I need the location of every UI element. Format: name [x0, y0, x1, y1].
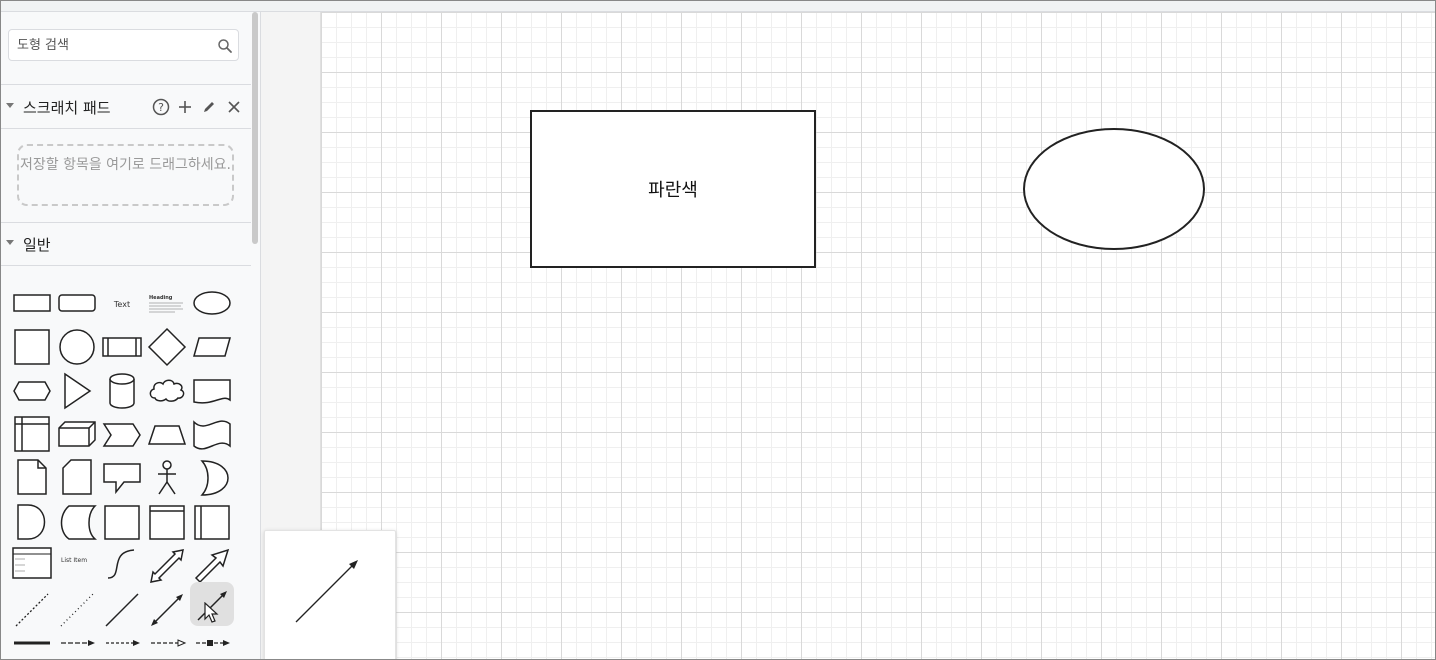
preview-arrow-icon — [295, 560, 358, 623]
shape-cube[interactable] — [55, 412, 99, 456]
mouse-cursor-icon — [204, 602, 219, 623]
shape-bidirectional-arrow[interactable] — [145, 544, 189, 588]
sidebar-scrollbar[interactable] — [252, 12, 258, 244]
shape-internal-storage[interactable] — [10, 412, 54, 456]
shape-process[interactable] — [100, 324, 144, 368]
shape-text[interactable]: Text — [100, 280, 144, 324]
shape-hexagon[interactable] — [10, 368, 54, 412]
general-title: 일반 — [23, 236, 51, 254]
shape-card[interactable] — [55, 456, 99, 500]
scratchpad-dropzone[interactable]: 저장할 항목을 여기로 드래그하세요. — [17, 144, 234, 206]
shape-cylinder[interactable] — [100, 368, 144, 412]
shape-list-item[interactable]: List Item — [55, 544, 99, 588]
divider — [1, 222, 251, 223]
shape-tape[interactable] — [190, 412, 234, 456]
plus-icon[interactable] — [175, 97, 195, 117]
app-window: 스크래치 패드 ? 저장할 항목을 여기로 드래그하세요. 일반 — [0, 0, 1436, 660]
shape-container[interactable] — [100, 500, 144, 544]
shapes-sidebar: 스크래치 패드 ? 저장할 항목을 여기로 드래그하세요. 일반 — [1, 12, 261, 659]
svg-text:?: ? — [158, 101, 164, 114]
shape-trapezoid[interactable] — [145, 412, 189, 456]
shape-link-with-box[interactable] — [190, 628, 234, 658]
canvas-ellipse-node[interactable] — [1023, 128, 1205, 250]
shape-note[interactable] — [10, 456, 54, 500]
pencil-icon[interactable] — [199, 97, 219, 117]
shape-document[interactable] — [190, 368, 234, 412]
collapse-triangle-icon[interactable] — [6, 103, 14, 108]
search-input[interactable] — [9, 30, 209, 60]
shape-callout[interactable] — [100, 456, 144, 500]
general-header[interactable]: 일반 — [1, 229, 251, 259]
collapse-triangle-icon[interactable] — [6, 240, 14, 245]
shape-diamond[interactable] — [145, 324, 189, 368]
divider — [1, 84, 251, 85]
scratchpad-header[interactable]: 스크래치 패드 ? — [1, 92, 251, 122]
divider — [1, 128, 251, 129]
shape-cloud[interactable] — [145, 368, 189, 412]
shape-or[interactable] — [190, 456, 234, 500]
shape-line[interactable] — [100, 588, 144, 632]
shape-data-storage[interactable] — [55, 500, 99, 544]
shape-list[interactable] — [10, 544, 54, 588]
shape-text-label: Text — [113, 300, 130, 309]
shape-ellipse[interactable] — [190, 280, 234, 324]
shape-curve[interactable] — [100, 544, 144, 588]
shape-dashed-line[interactable] — [10, 588, 54, 632]
shape-link-arrow[interactable] — [55, 628, 99, 658]
shape-rounded-rectangle[interactable] — [55, 280, 99, 324]
divider — [1, 265, 251, 266]
shape-swimlane[interactable] — [145, 500, 189, 544]
rectangle-node-label: 파란색 — [648, 180, 698, 201]
shape-heading-textbox[interactable]: Heading — [145, 280, 189, 324]
shape-link-open-arrow[interactable] — [145, 628, 189, 658]
diagram-canvas[interactable] — [321, 12, 1435, 659]
shape-dotted-line[interactable] — [55, 588, 99, 632]
shape-triangle[interactable] — [55, 368, 99, 412]
shape-link-dashed[interactable] — [100, 628, 144, 658]
top-toolbar — [1, 1, 1435, 12]
canvas-rectangle-node[interactable]: 파란색 — [530, 110, 816, 268]
shape-thick-link[interactable] — [10, 628, 54, 658]
shape-circle[interactable] — [55, 324, 99, 368]
shape-bidirectional-connector[interactable] — [145, 588, 189, 632]
search-icon[interactable] — [216, 37, 234, 55]
shape-parallelogram[interactable] — [190, 324, 234, 368]
shape-vertical-container[interactable] — [190, 500, 234, 544]
shape-heading-label: Heading — [149, 295, 173, 301]
shape-actor[interactable] — [145, 456, 189, 500]
help-circle-icon[interactable]: ? — [151, 97, 171, 117]
shape-preview-tooltip — [264, 530, 396, 659]
shape-delay[interactable] — [10, 500, 54, 544]
shape-list-item-label: List Item — [61, 557, 87, 564]
scratchpad-title: 스크래치 패드 — [23, 99, 111, 117]
search-box[interactable] — [8, 29, 239, 61]
shape-rectangle[interactable] — [10, 280, 54, 324]
shape-square[interactable] — [10, 324, 54, 368]
shape-step[interactable] — [100, 412, 144, 456]
close-icon[interactable] — [224, 97, 244, 117]
